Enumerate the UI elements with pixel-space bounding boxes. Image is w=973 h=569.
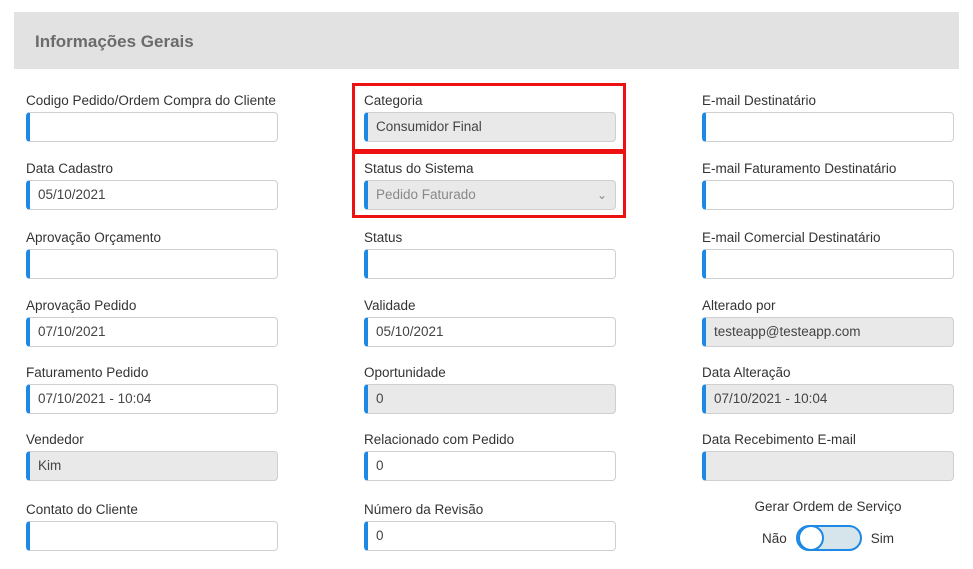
field-label: E-mail Comercial Destinatário [702,230,881,245]
field-email-comercial: E-mail Comercial Destinatário [702,229,954,279]
field-label: Status [364,230,403,245]
field-label: Validade [364,298,416,313]
field-alterado-por: Alterado por testeapp@testeapp.com [702,297,954,347]
field-aprovacao-pedido: Aprovação Pedido 07/10/2021 [26,297,278,347]
field-label: Contato do Cliente [26,502,138,517]
field-label: Número da Revisão [364,502,484,517]
highlight-box-categoria [352,83,626,152]
field-label: Data Alteração [702,365,791,380]
field-vendedor: Vendedor Kim [26,431,278,481]
data-recebimento-input[interactable] [702,451,954,481]
field-label: Aprovação Pedido [26,298,137,313]
field-label: E-mail Faturamento Destinatário [702,161,897,176]
toggle-on-label: Sim [870,530,894,546]
field-label: Codigo Pedido/Ordem Compra do Cliente [26,93,276,108]
field-oportunidade: Oportunidade 0 [364,364,616,414]
aprovacao-orcamento-input[interactable] [26,249,278,279]
gerar-ordem-servico-toggle[interactable] [795,525,862,551]
field-relacionado-pedido: Relacionado com Pedido 0 [364,431,616,481]
field-status: Status [364,229,616,279]
email-destinatario-input[interactable] [702,112,954,142]
field-label: Vendedor [26,432,84,447]
field-numero-revisao: Número da Revisão 0 [364,501,616,551]
email-comercial-input[interactable] [702,249,954,279]
vendedor-input[interactable]: Kim [26,451,278,481]
field-label: Faturamento Pedido [26,365,149,380]
toggle-off-label: Não [761,530,787,546]
field-data-cadastro: Data Cadastro 05/10/2021 [26,160,278,210]
field-faturamento-pedido: Faturamento Pedido 07/10/2021 - 10:04 [26,364,278,414]
oportunidade-input[interactable]: 0 [364,384,616,414]
codigo-pedido-input[interactable] [26,112,278,142]
section-header: Informações Gerais [14,12,959,69]
field-label: E-mail Destinatário [702,93,817,108]
status-input[interactable] [364,249,616,279]
field-data-alteracao: Data Alteração 07/10/2021 - 10:04 [702,364,954,414]
data-alteracao-input[interactable]: 07/10/2021 - 10:04 [702,384,954,414]
field-codigo-pedido: Codigo Pedido/Ordem Compra do Cliente [26,92,278,142]
field-email-destinatario: E-mail Destinatário [702,92,954,142]
field-label: Alterado por [702,298,776,313]
contato-cliente-input[interactable] [26,521,278,551]
field-aprovacao-orcamento: Aprovação Orçamento [26,229,278,279]
field-contato-cliente: Contato do Cliente [26,501,278,551]
field-label: Data Recebimento E-mail [702,432,856,447]
field-label: Data Cadastro [26,161,114,176]
relacionado-pedido-input[interactable]: 0 [364,451,616,481]
toggle-knob[interactable] [797,525,824,551]
field-label: Relacionado com Pedido [364,432,515,447]
highlight-box-status-sistema [352,151,626,218]
data-cadastro-input[interactable]: 05/10/2021 [26,180,278,210]
field-label: Oportunidade [364,365,446,380]
toggle-label: Gerar Ordem de Serviço [754,499,902,514]
field-email-faturamento: E-mail Faturamento Destinatário [702,160,954,210]
validade-input[interactable]: 05/10/2021 [364,317,616,347]
numero-revisao-input[interactable]: 0 [364,521,616,551]
field-label: Aprovação Orçamento [26,230,162,245]
field-data-recebimento: Data Recebimento E-mail [702,431,954,481]
field-validade: Validade 05/10/2021 [364,297,616,347]
email-faturamento-input[interactable] [702,180,954,210]
aprovacao-pedido-input[interactable]: 07/10/2021 [26,317,278,347]
section-title: Informações Gerais [35,32,194,51]
faturamento-pedido-input[interactable]: 07/10/2021 - 10:04 [26,384,278,414]
gerar-ordem-servico: Gerar Ordem de Serviço Não Sim [703,498,953,551]
alterado-por-input[interactable]: testeapp@testeapp.com [702,317,954,347]
